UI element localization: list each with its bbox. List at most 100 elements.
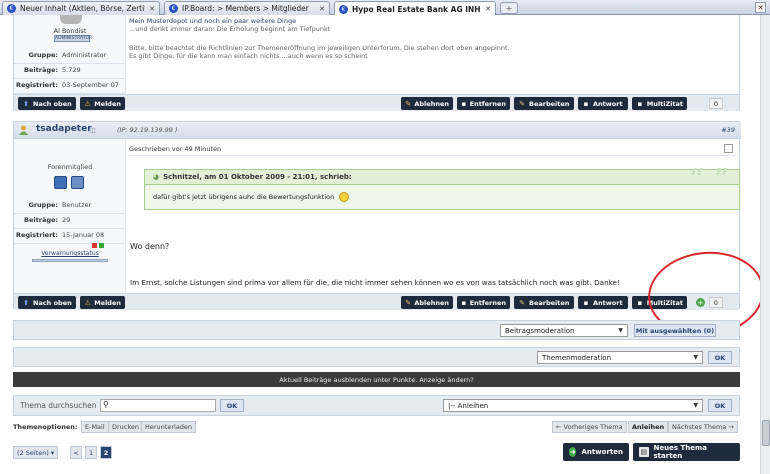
field-value: 29 [62, 216, 71, 224]
back-to-top-button[interactable]: ⬆ Nach oben [18, 97, 76, 110]
button-label: Bearbeiten [529, 298, 570, 307]
previous-topic-link[interactable]: ← Vorheriges Thema [552, 421, 627, 433]
field-value: 03-September 07 [62, 81, 119, 89]
topic-moderation-ok-button[interactable]: OK [708, 351, 732, 364]
reply-button[interactable]: ▪ Antwort [578, 97, 628, 110]
scrollbar-thumb[interactable] [762, 420, 770, 446]
member-badge-icon [54, 176, 67, 189]
post-2-header: tsadapeter ◫ (IP: 92.19.139.99 ) #39 [14, 122, 741, 139]
warn-minus-icon[interactable] [92, 243, 97, 248]
download-topic-link[interactable]: Herunterladen [141, 421, 197, 433]
quote-body: dafür gibt's jetzt übrigens auhc die Bew… [145, 185, 739, 209]
report-button[interactable]: ⚠ Melden [80, 97, 125, 110]
reject-button[interactable]: ✎ Ablehnen [401, 97, 453, 110]
signature-text: Es gibt Dinge, für die kann man einfach … [129, 52, 368, 60]
back-to-top-button[interactable]: ⬆ Nach oben [18, 296, 76, 309]
field-key: Beiträge: [24, 66, 58, 74]
button-label: MultiZitat [646, 99, 683, 108]
page-1-link[interactable]: 1 [85, 446, 97, 459]
report-button[interactable]: ⚠ Melden [80, 296, 125, 309]
browser-tab-3-active[interactable]: € Hypo Real Estate Bank AG INH.SC... ✕ [334, 1, 496, 16]
warn-plus-icon[interactable] [99, 243, 104, 248]
close-tab-icon[interactable]: ✕ [485, 5, 491, 13]
edit-button[interactable]: ✎ Bearbeiten [514, 97, 574, 110]
speech-bubble-icon: ▪ [461, 99, 467, 108]
search-input[interactable]: ⚲ [100, 399, 216, 412]
select-post-checkbox[interactable] [724, 144, 733, 153]
email-topic-link[interactable]: E-Mail [81, 421, 109, 433]
user-online-icon [19, 125, 28, 135]
search-ok-button[interactable]: OK [220, 399, 244, 412]
vertical-scrollbar[interactable] [760, 15, 770, 474]
previous-page-button[interactable]: < [70, 446, 82, 459]
quote-author: Schnitzel, am 01 Oktober 2009 - 21:01, s… [163, 173, 352, 181]
post-2-user-info: Forenmitglied Gruppe: Benutzer Beiträge: 2… [14, 139, 126, 293]
post-1-user-info: Al Bondist ADMINISTRATOR Gruppe: Administ… [14, 15, 126, 94]
quote-arrow-icon: ◕ [153, 173, 160, 181]
post-moderation-select[interactable]: Beitragsmoderation ▼ [500, 324, 628, 337]
user-field-registered: Registriert: 03-September 07 [14, 77, 126, 94]
next-topic-link[interactable]: Nächstes Thema → [668, 421, 738, 433]
warning-level-bar [32, 259, 108, 262]
search-bar: Thema durchsuchen ⚲ OK |-- Anleihen ▼ OK [13, 395, 740, 416]
user-title: Al Bondist [53, 27, 87, 35]
speech-bubble-icon: ▪ [637, 99, 643, 108]
current-forum-link[interactable]: Anleihen [628, 421, 669, 433]
post-author-name[interactable]: tsadapeter [36, 124, 92, 134]
post-ip: (IP: 92.19.139.99 ) [117, 126, 178, 134]
speech-bubble-icon: ▪ [583, 99, 589, 108]
field-key: Beiträge: [24, 216, 58, 224]
speech-bubble-icon: ▪ [637, 298, 643, 307]
tab-title: Neuer Inhalt (Aktien, Börse, Zertifik... [20, 4, 145, 13]
close-tab-icon[interactable]: ✕ [319, 5, 325, 13]
reply-button[interactable]: ▪ Antwort [578, 296, 628, 309]
forum-jump-ok-button[interactable]: OK [708, 399, 732, 412]
edit-button[interactable]: ✎ Bearbeiten [514, 296, 574, 309]
chevron-down-icon: ▼ [618, 327, 623, 334]
browser-tab-strip: € Neuer Inhalt (Aktien, Börse, Zertifik.… [0, 0, 770, 16]
search-label: Thema durchsuchen [20, 401, 97, 410]
new-tab-button[interactable]: + [500, 2, 518, 14]
search-icon: ⚲ [103, 400, 109, 409]
quote-text: dafür gibt's jetzt übrigens auhc die Bew… [153, 193, 335, 201]
post-2: tsadapeter ◫ (IP: 92.19.139.99 ) #39 For… [13, 121, 741, 310]
field-value: Administrator [62, 51, 107, 59]
hidden-posts-notice[interactable]: Aktuell Beiträge ausblenden unter Punkte… [13, 372, 740, 387]
user-rank: Forenmitglied [47, 163, 93, 171]
signature-text: ...und denkt immer daran: Die Erholung b… [129, 25, 331, 33]
rating-count: 0 [709, 98, 723, 109]
multiquote-button[interactable]: ▪ MultiZitat [632, 97, 687, 110]
button-label: Antworten [581, 448, 623, 456]
post-1: Al Bondist ADMINISTRATOR Gruppe: Administ… [13, 15, 740, 111]
new-topic-button[interactable]: ▤ Neues Thema starten [633, 443, 740, 461]
button-label: Neues Thema starten [653, 444, 707, 460]
browser-tab-1[interactable]: € Neuer Inhalt (Aktien, Börse, Zertifik.… [2, 1, 160, 15]
topic-options-label: Themenoptionen: [13, 423, 78, 431]
page-count-dropdown[interactable]: (2 Seiten) ▾ [13, 446, 59, 459]
chevron-down-icon: ▼ [693, 354, 698, 361]
button-label: Ablehnen [414, 298, 449, 307]
edit-pencil-icon: ✎ [519, 99, 525, 108]
print-topic-link[interactable]: Drucken [108, 421, 144, 433]
remove-button[interactable]: ▪ Entfernen [457, 97, 510, 110]
warning-status-link[interactable]: Verwarnungsstatus [32, 250, 108, 257]
browser-tab-2[interactable]: € IP.Board: > Members > Mitglieder ✕ [164, 1, 330, 15]
reply-topic-button[interactable]: ➜ Antworten [563, 443, 629, 461]
apply-selected-button[interactable]: Mit ausgewählten (0) [634, 324, 716, 337]
close-window-icon[interactable]: ✕ [755, 2, 766, 13]
divider [129, 155, 737, 156]
remove-button[interactable]: ▪ Entfernen [457, 296, 510, 309]
profile-card-icon[interactable]: ◫ [90, 127, 96, 134]
button-label: Antwort [593, 99, 623, 108]
forum-jump-select[interactable]: |-- Anleihen ▼ [443, 399, 703, 412]
select-value: Beitragsmoderation [505, 326, 575, 335]
topic-moderation-select[interactable]: Themenmoderation ▼ [537, 351, 703, 364]
post-number-link[interactable]: #39 [721, 126, 735, 134]
reject-button[interactable]: ✎ Ablehnen [401, 296, 453, 309]
button-label: Nach oben [33, 99, 72, 108]
topic-moderation-bar: Themenmoderation ▼ OK [13, 347, 740, 367]
close-tab-icon[interactable]: ✕ [149, 5, 155, 13]
page-2-current[interactable]: 2 [100, 446, 112, 459]
signature-text: Bitte, bitte beachtet die Richtlinien zu… [129, 44, 510, 52]
signature-link[interactable]: Mein Musterdepot und noch ein paar weite… [129, 17, 296, 25]
